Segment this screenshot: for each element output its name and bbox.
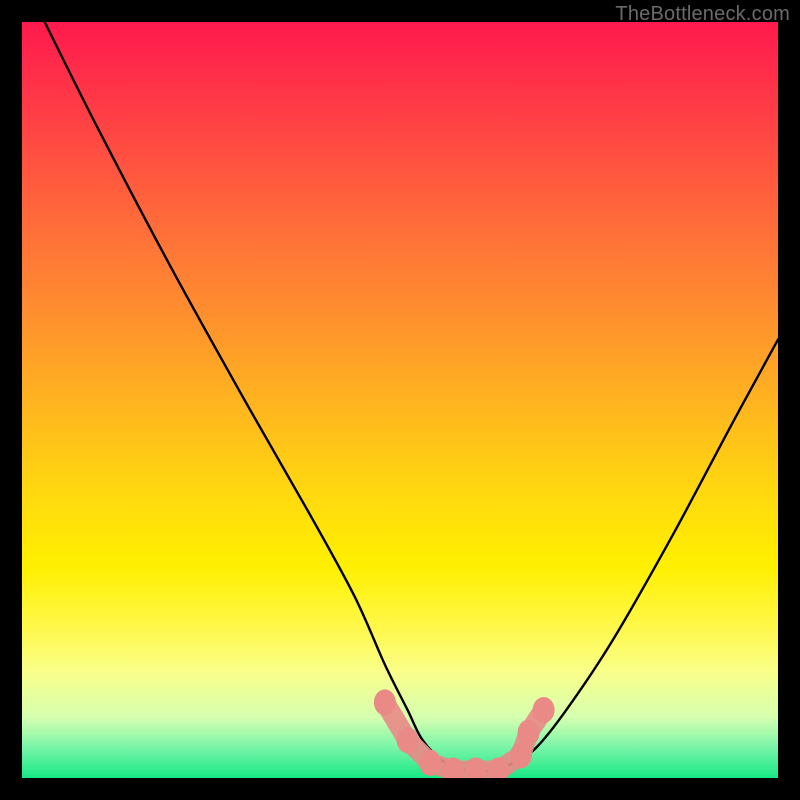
marker-dot [533,697,555,723]
plot-area [22,22,778,778]
marker-dot [374,689,396,715]
marker-dot [510,742,532,768]
marker-dot [518,720,540,746]
bottleneck-curve [45,22,778,771]
chart-frame: TheBottleneck.com [0,0,800,800]
marker-dot [419,750,441,776]
chart-svg [22,22,778,778]
watermark-text: TheBottleneck.com [615,3,790,26]
highlighted-points [374,689,555,778]
marker-dot [397,727,419,753]
